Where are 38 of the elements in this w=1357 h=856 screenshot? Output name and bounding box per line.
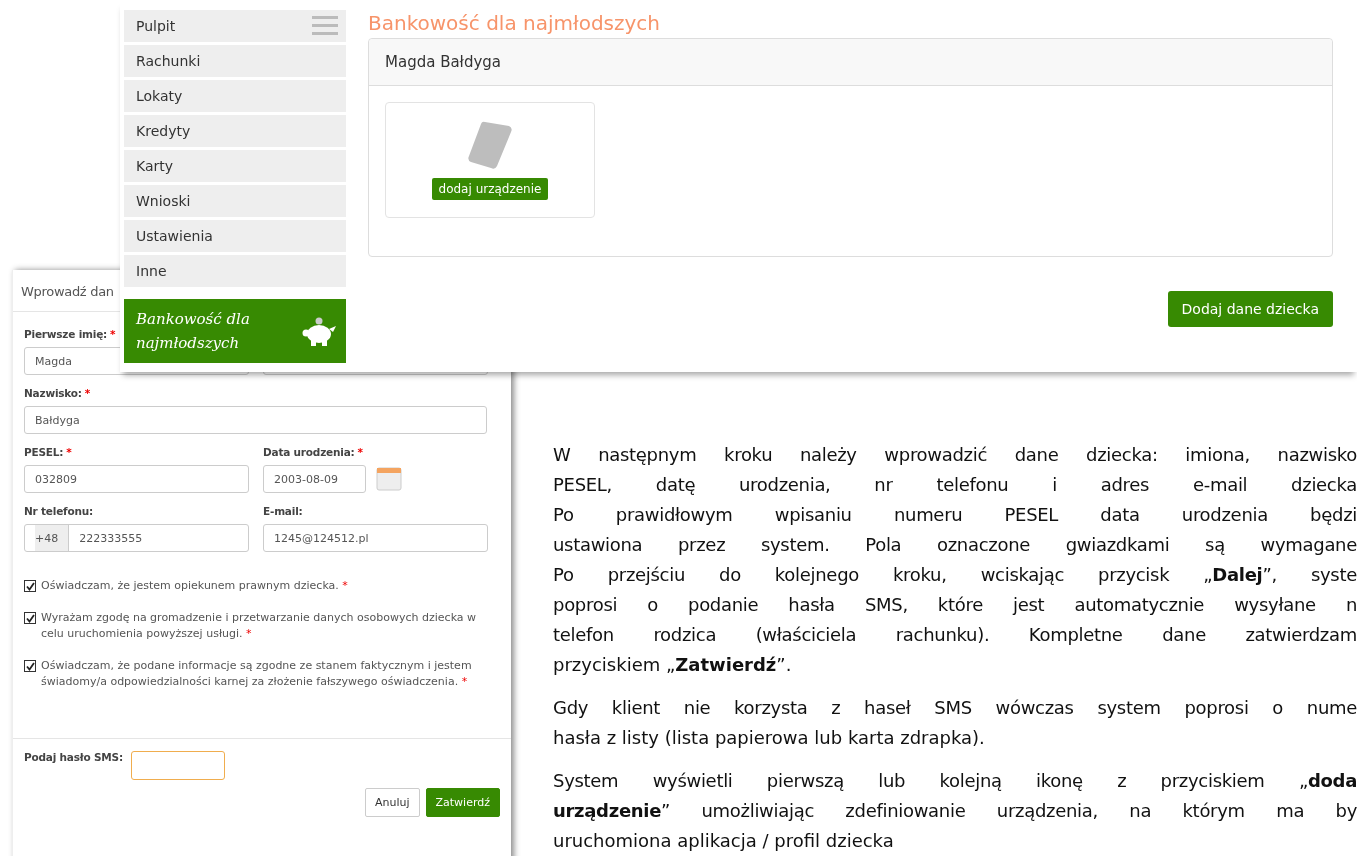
sidebar-item-label: Inne: [136, 263, 167, 279]
text-line: Po prawidłowym wpisaniu numeru PESEL data urodzenia będzi: [553, 503, 1357, 527]
consent-text: Oświadczam, że jestem opiekunem prawnym dziecka. *: [41, 578, 348, 594]
text-line: uruchomiona aplikacja / profil dziecka: [553, 829, 895, 853]
required-mark: *: [110, 328, 116, 342]
text-line: urządzenie” umożliwiając zdefiniowanie urządzenia, na którym ma by: [553, 799, 1357, 823]
text-line: ustawiona przez system. Pola oznaczone gwiazdkami są wymagane: [553, 533, 1357, 557]
sidebar-item-label: Wnioski: [136, 193, 191, 209]
required-mark: *: [84, 387, 91, 401]
field-label: E-mail:: [263, 505, 303, 519]
text-line: W następnym kroku należy wprowadzić dane dziecka: imiona, nazwisko: [553, 443, 1357, 467]
page-title: Bankowość dla najmłodszych: [368, 10, 661, 36]
text-line: Po przejściu do kolejnego kroku, wciskając przycisk „Dalej”, syste: [553, 563, 1357, 587]
required-mark: *: [357, 446, 363, 460]
text-line: PESEL, datę urodzenia, nr telefonu i adres e-mail dziecka: [553, 473, 1357, 497]
text-line: System wyświetli pierwszą lub kolejną ikonę z przyciskiem „doda: [553, 769, 1357, 793]
consent-text: Oświadczam, że podane informacje są zgodne ze stanem faktycznym i jestem świadomy/a odpowiedzialności karnej za złożenie fałszywego oświadczenia. *: [41, 658, 473, 690]
field-label: Nr telefonu:: [24, 505, 93, 519]
sidebar-item-label: Kredyty: [136, 123, 191, 139]
text-line: telefon rodzica (właściciela rachunku). Kompletne dane zatwierdzam: [553, 623, 1357, 647]
consent-text: Wyrażam zgodę na gromadzenie i przetwarzanie danych osobowych dziecka w celu uruchomienia powyższej usługi. *: [41, 610, 478, 642]
field-label: Nazwisko:: [24, 387, 82, 401]
field-label: PESEL:: [24, 446, 64, 460]
sidebar-item-label: Ustawienia: [136, 228, 213, 244]
sidebar-item-label: Rachunki: [136, 53, 201, 69]
field-label: Pierwsze imię:: [24, 328, 108, 342]
sidebar-item-label: Pulpit: [136, 18, 176, 34]
child-name: Magda Bałdyga: [369, 39, 1332, 86]
phone-prefix: +48: [35, 525, 70, 551]
sidebar-item-label: Karty: [136, 158, 174, 174]
field-label: Podaj hasło SMS:: [24, 751, 123, 765]
text-line: poprosi o podanie hasła SMS, które jest automatycznie wysyłane n: [553, 593, 1357, 617]
text-line: hasła z listy (lista papierowa lub karta zdrapka).: [553, 726, 986, 750]
text-line: przyciskiem „Zatwierdź”.: [553, 653, 793, 677]
required-mark: *: [66, 446, 72, 460]
sidebar-item-label: Lokaty: [136, 88, 183, 104]
text-line: Gdy klient nie korzysta z haseł SMS wówczas system poprosi o nume: [553, 696, 1357, 720]
field-label: Data urodzenia:: [263, 446, 355, 460]
